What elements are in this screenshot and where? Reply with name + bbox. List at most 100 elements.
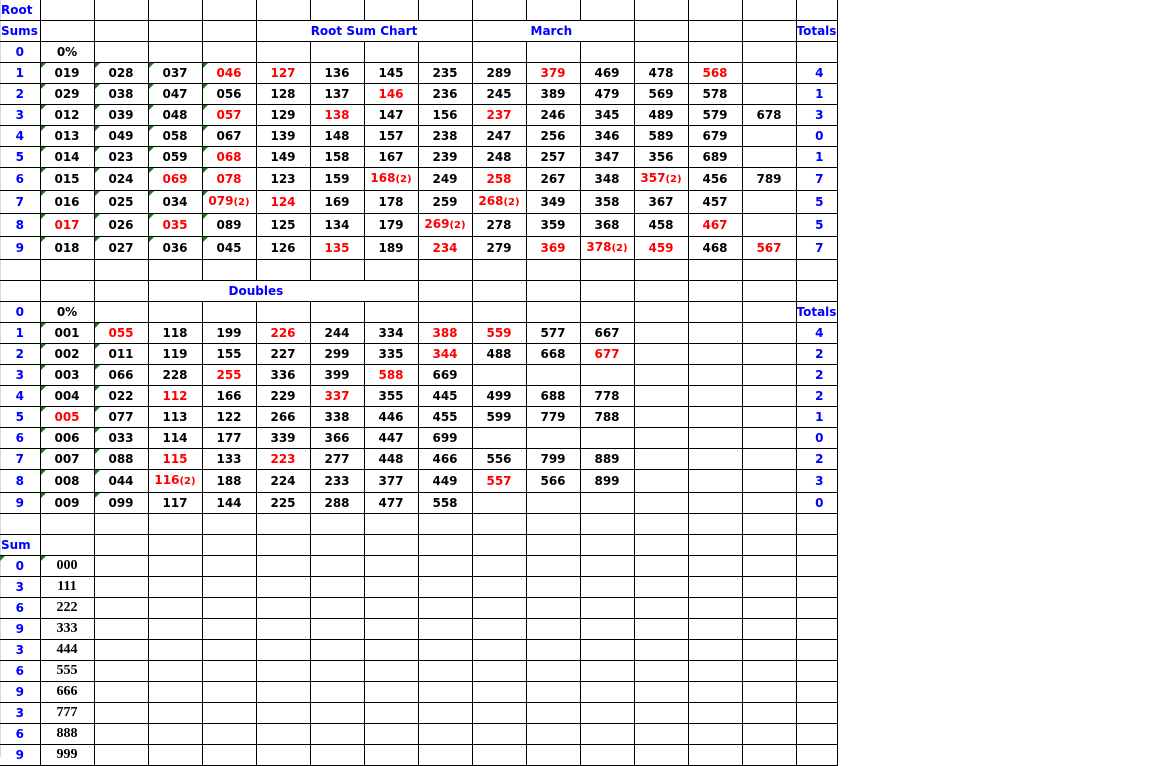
empty-cell[interactable]	[39, 0, 95, 21]
value-cell[interactable]	[633, 322, 689, 344]
value-cell[interactable]: 667	[579, 322, 635, 344]
empty-cell[interactable]	[93, 660, 149, 682]
value-cell[interactable]: 255	[201, 364, 257, 386]
value-cell[interactable]: 367	[633, 190, 689, 214]
empty-cell[interactable]	[633, 41, 689, 63]
empty-cell[interactable]	[417, 639, 473, 661]
value-cell[interactable]: 578	[687, 83, 743, 105]
value-cell[interactable]: 244	[309, 322, 365, 344]
value-cell[interactable]: 039	[93, 104, 149, 126]
row-total[interactable]: 2	[795, 343, 839, 365]
empty-cell[interactable]	[93, 555, 149, 577]
value-cell[interactable]: 066	[93, 364, 149, 386]
empty-cell[interactable]	[93, 723, 149, 745]
value-cell[interactable]: 358	[579, 190, 635, 214]
value-cell[interactable]: 233	[309, 469, 365, 493]
empty-cell[interactable]	[417, 259, 473, 281]
triple-value[interactable]: 333	[39, 618, 95, 640]
empty-cell[interactable]	[363, 0, 419, 21]
empty-cell[interactable]	[417, 301, 473, 323]
value-cell[interactable]: 479	[579, 83, 635, 105]
value-cell[interactable]	[741, 62, 797, 84]
value-cell[interactable]	[525, 427, 581, 449]
empty-cell[interactable]	[201, 259, 257, 281]
value-cell[interactable]	[633, 406, 689, 428]
value-cell[interactable]: 356	[633, 146, 689, 168]
triple-value[interactable]: 999	[39, 744, 95, 766]
empty-cell[interactable]	[147, 259, 203, 281]
empty-cell[interactable]	[417, 534, 473, 556]
value-cell[interactable]: 466	[417, 448, 473, 470]
empty-cell[interactable]	[147, 0, 203, 21]
row-label[interactable]: 3	[0, 576, 41, 598]
value-cell[interactable]: 026	[93, 213, 149, 237]
value-cell[interactable]	[633, 469, 689, 493]
row-total[interactable]: 0	[795, 427, 839, 449]
value-cell[interactable]	[741, 492, 797, 514]
value-cell[interactable]: 669	[417, 364, 473, 386]
value-cell[interactable]: 337	[309, 385, 365, 407]
value-cell[interactable]: 599	[471, 406, 527, 428]
value-cell[interactable]: 445	[417, 385, 473, 407]
value-cell[interactable]: 778	[579, 385, 635, 407]
value-cell[interactable]: 002	[39, 343, 95, 365]
value-cell[interactable]: 788	[579, 406, 635, 428]
empty-cell[interactable]	[795, 618, 839, 640]
value-cell[interactable]: 089	[201, 213, 257, 237]
empty-cell[interactable]	[687, 20, 743, 42]
row-total[interactable]: 1	[795, 83, 839, 105]
value-cell[interactable]	[525, 364, 581, 386]
value-cell[interactable]: 139	[255, 125, 311, 147]
value-cell[interactable]: 078	[201, 167, 257, 191]
empty-cell[interactable]	[255, 41, 311, 63]
empty-cell[interactable]	[255, 639, 311, 661]
value-cell[interactable]: 338	[309, 406, 365, 428]
value-cell[interactable]: 559	[471, 322, 527, 344]
empty-cell[interactable]	[147, 702, 203, 724]
value-cell[interactable]: 003	[39, 364, 95, 386]
value-cell[interactable]: 144	[201, 492, 257, 514]
value-cell[interactable]: 158	[309, 146, 365, 168]
empty-cell[interactable]	[525, 0, 581, 21]
empty-cell[interactable]	[363, 576, 419, 598]
empty-cell[interactable]	[741, 681, 797, 703]
value-cell[interactable]	[687, 364, 743, 386]
empty-cell[interactable]	[147, 20, 203, 42]
value-cell[interactable]: 044	[93, 469, 149, 493]
value-cell[interactable]: 129	[255, 104, 311, 126]
value-cell[interactable]: 177	[201, 427, 257, 449]
empty-cell[interactable]	[309, 0, 365, 21]
empty-cell[interactable]	[579, 534, 635, 556]
empty-cell[interactable]	[363, 723, 419, 745]
empty-cell[interactable]	[93, 618, 149, 640]
empty-cell[interactable]	[687, 41, 743, 63]
empty-cell[interactable]	[579, 41, 635, 63]
row-label[interactable]: 6	[0, 597, 41, 619]
empty-cell[interactable]	[93, 702, 149, 724]
value-cell[interactable]: 288	[309, 492, 365, 514]
value-cell[interactable]: 133	[201, 448, 257, 470]
value-cell[interactable]	[741, 322, 797, 344]
empty-cell[interactable]	[741, 280, 797, 302]
empty-cell[interactable]	[93, 639, 149, 661]
empty-cell[interactable]	[201, 20, 257, 42]
triple-value[interactable]: 000	[39, 555, 95, 577]
value-cell[interactable]: 568	[687, 62, 743, 84]
empty-cell[interactable]	[201, 660, 257, 682]
value-cell[interactable]: 567	[741, 236, 797, 260]
empty-cell[interactable]	[255, 660, 311, 682]
empty-cell[interactable]	[39, 513, 95, 535]
value-cell[interactable]: 157	[363, 125, 419, 147]
value-cell[interactable]: 457	[687, 190, 743, 214]
empty-cell[interactable]	[147, 534, 203, 556]
value-cell[interactable]: 149	[255, 146, 311, 168]
root-label[interactable]: Root	[0, 0, 41, 21]
value-cell[interactable]: 256	[525, 125, 581, 147]
row-label[interactable]: 1	[0, 62, 41, 84]
value-cell[interactable]	[741, 427, 797, 449]
value-cell[interactable]: 125	[255, 213, 311, 237]
value-cell[interactable]: 038	[93, 83, 149, 105]
empty-cell[interactable]	[579, 723, 635, 745]
empty-cell[interactable]	[795, 280, 839, 302]
empty-cell[interactable]	[201, 0, 257, 21]
